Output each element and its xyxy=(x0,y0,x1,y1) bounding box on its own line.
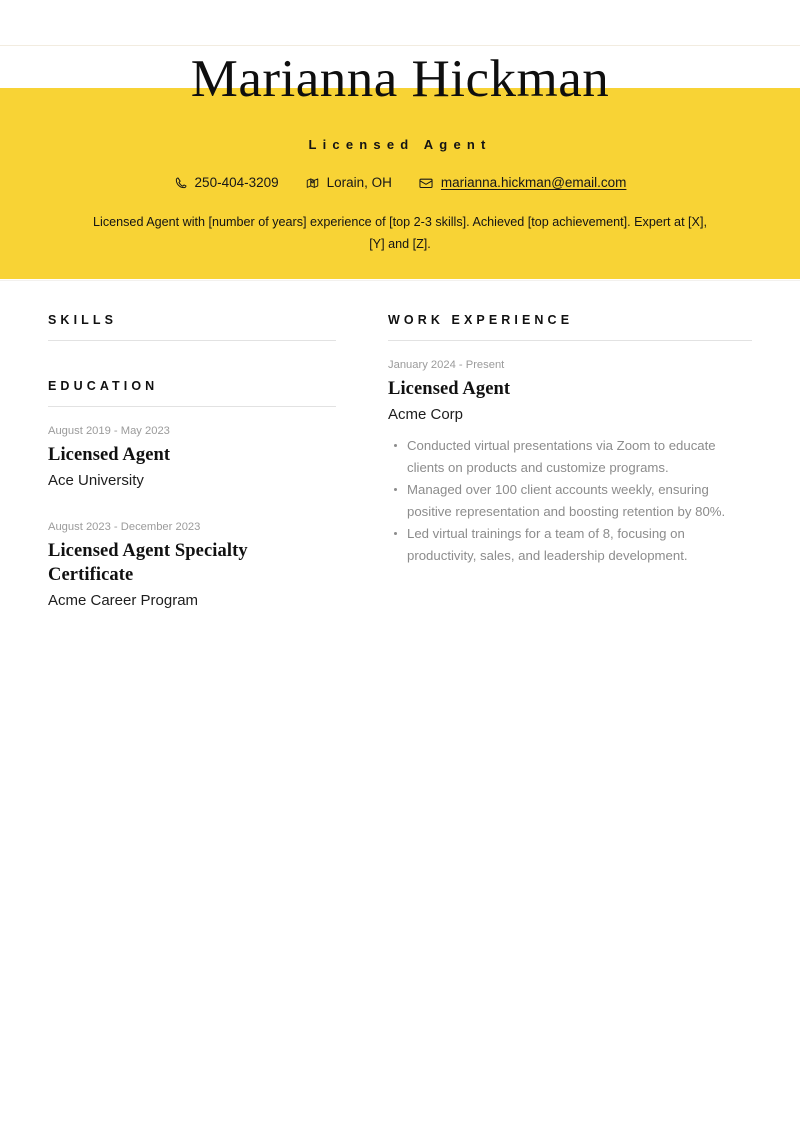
list-item: Managed over 100 client accounts weekly,… xyxy=(394,479,752,523)
page-guide-line-top xyxy=(0,45,800,46)
entry-title: Licensed Agent Specialty Certificate xyxy=(48,541,248,585)
entry-organization: Ace University xyxy=(48,472,144,489)
section-title-work-experience: WORK EXPERIENCE xyxy=(388,313,574,327)
resume-page: Marianna Hickman Licensed Agent 250-404-… xyxy=(0,0,800,1128)
entry-organization: Acme Career Program xyxy=(48,592,199,609)
page-title: Marianna Hickman xyxy=(190,50,610,108)
entry-date: August 2019 - May 2023 xyxy=(48,425,170,437)
contact-location-label: Lorain, OH xyxy=(326,175,392,190)
contact-row: 250-404-3209 Lorain, OH marianna.hickman… xyxy=(0,174,800,192)
page-guide-line-bottom xyxy=(0,280,800,281)
entry-title: Licensed Agent xyxy=(388,379,511,399)
entry-title: Licensed Agent xyxy=(48,445,171,465)
section-title-skills: SKILLS xyxy=(48,313,118,327)
phone-icon xyxy=(174,176,188,190)
entry-organization: Acme Corp xyxy=(388,406,464,423)
contact-email-label[interactable]: marianna.hickman@email.com xyxy=(441,174,627,192)
entry-date: January 2024 - Present xyxy=(388,359,505,371)
envelope-icon xyxy=(418,176,434,190)
section-education: EDUCATION August 2019 - May 2023 License… xyxy=(48,341,336,612)
contact-email[interactable]: marianna.hickman@email.com xyxy=(418,174,627,192)
section-title-education: EDUCATION xyxy=(48,379,159,393)
contact-phone: 250-404-3209 xyxy=(174,174,279,192)
profile-summary: Licensed Agent with [number of years] ex… xyxy=(93,215,707,251)
contact-location: Lorain, OH xyxy=(305,174,392,192)
section-work-experience: WORK EXPERIENCE January 2024 - Present L… xyxy=(388,312,752,567)
list-item: Led virtual trainings for a team of 8, f… xyxy=(394,523,752,567)
education-entry: August 2023 - December 2023 Licensed Age… xyxy=(48,492,336,612)
contact-phone-label: 250-404-3209 xyxy=(194,175,279,190)
right-column: WORK EXPERIENCE January 2024 - Present L… xyxy=(388,312,752,567)
left-column: SKILLS EDUCATION August 2019 - May 2023 … xyxy=(48,312,336,612)
location-icon xyxy=(305,176,320,190)
list-item: Conducted virtual presentations via Zoom… xyxy=(394,435,752,479)
work-bullet-list: Conducted virtual presentations via Zoom… xyxy=(388,435,752,567)
education-entry: August 2019 - May 2023 Licensed Agent Ac… xyxy=(48,407,336,492)
job-title: Licensed Agent xyxy=(308,137,492,152)
section-skills: SKILLS xyxy=(48,312,336,341)
entry-date: August 2023 - December 2023 xyxy=(48,521,201,533)
work-entry: January 2024 - Present Licensed Agent Ac… xyxy=(388,341,752,567)
